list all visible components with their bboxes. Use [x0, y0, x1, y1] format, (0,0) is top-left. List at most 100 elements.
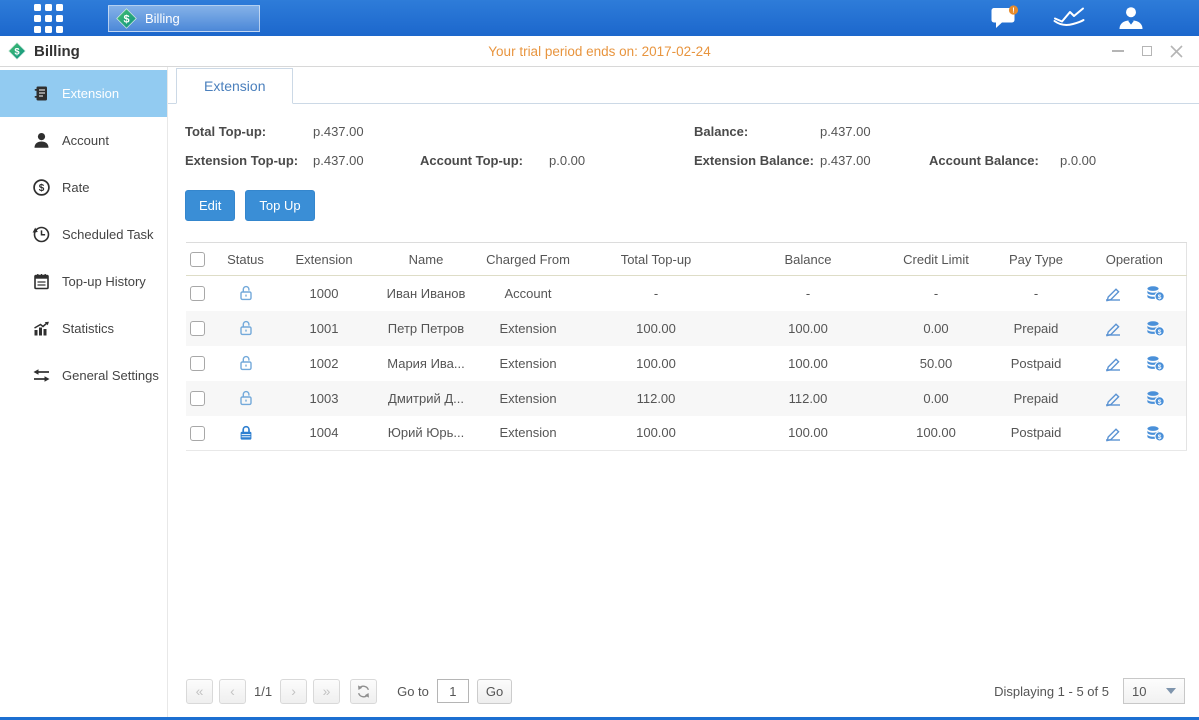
main-content: Extension Total Top-up: p.437.00 Balance…	[168, 67, 1199, 717]
row-checkbox[interactable]	[190, 286, 205, 301]
minimize-button[interactable]	[1111, 44, 1125, 58]
sidebar-item-general-settings[interactable]: General Settings	[0, 352, 167, 399]
go-button[interactable]: Go	[477, 679, 512, 704]
cell-credit-limit: 100.00	[883, 416, 989, 451]
refresh-button[interactable]	[350, 679, 377, 704]
topup-row-icon[interactable]: $	[1145, 319, 1165, 337]
sidebar-item-statistics[interactable]: Statistics	[0, 305, 167, 352]
prev-page-button[interactable]: ‹	[219, 679, 246, 704]
cell-pay-type: -	[989, 276, 1083, 311]
notepad-icon	[32, 272, 51, 291]
sidebar-item-account[interactable]: Account	[0, 117, 167, 164]
svg-text:$: $	[1158, 364, 1162, 371]
column-header-status: Status	[218, 243, 273, 276]
billing-window-icon: $	[8, 42, 26, 60]
transfer-arrows-icon	[32, 366, 51, 385]
cell-charged-from: Extension	[477, 346, 579, 381]
first-page-button[interactable]: «	[186, 679, 213, 704]
trial-notice: Your trial period ends on: 2017-02-24	[488, 44, 710, 59]
cell-pay-type: Postpaid	[989, 416, 1083, 451]
extension-topup-label: Extension Top-up:	[185, 153, 313, 168]
total-topup-value: p.437.00	[313, 124, 420, 139]
app-launcher-icon[interactable]	[34, 4, 63, 33]
pagination-bar: « ‹ 1/1 › » Go to Go Displaying	[168, 678, 1199, 717]
edit-button[interactable]: Edit	[185, 190, 235, 221]
cell-extension: 1002	[273, 346, 375, 381]
top-up-button[interactable]: Top Up	[245, 190, 314, 221]
refresh-icon	[356, 684, 371, 699]
row-checkbox[interactable]	[190, 426, 205, 441]
pagination-right: Displaying 1 - 5 of 5 10	[994, 678, 1185, 704]
statistics-monitor-button[interactable]	[1052, 5, 1086, 31]
window-controls	[1111, 44, 1183, 58]
account-topup-value: p.0.00	[549, 153, 694, 168]
table-row: 1003 Дмитрий Д... Extension 112.00 112.0…	[186, 381, 1186, 416]
row-checkbox[interactable]	[190, 321, 205, 336]
sidebar-item-rate[interactable]: $ Rate	[0, 164, 167, 211]
next-page-button[interactable]: ›	[280, 679, 307, 704]
edit-row-icon[interactable]	[1103, 319, 1123, 337]
cell-credit-limit: -	[883, 276, 989, 311]
chevron-down-icon	[1166, 688, 1176, 694]
edit-row-icon[interactable]	[1103, 284, 1123, 302]
user-account-button[interactable]	[1118, 6, 1144, 30]
maximize-button[interactable]	[1140, 44, 1154, 58]
page-size-select[interactable]: 10	[1123, 678, 1185, 704]
toolbar: Edit Top Up	[185, 190, 1199, 221]
svg-text:$: $	[1158, 399, 1162, 406]
topup-row-icon[interactable]: $	[1145, 284, 1165, 302]
line-chart-icon	[1052, 5, 1086, 31]
column-header-credit-limit: Credit Limit	[883, 243, 989, 276]
tab-label: Extension	[204, 78, 265, 94]
row-checkbox[interactable]	[190, 391, 205, 406]
cell-charged-from: Extension	[477, 381, 579, 416]
close-button[interactable]	[1169, 44, 1183, 58]
balance-summary: Total Top-up: p.437.00 Balance: p.437.00…	[185, 124, 1199, 168]
sidebar-item-extension[interactable]: Extension	[0, 70, 167, 117]
displaying-info: Displaying 1 - 5 of 5	[994, 684, 1109, 699]
clock-history-icon	[32, 225, 51, 244]
table-row: 1000 Иван Иванов Account - - - - $	[186, 276, 1186, 311]
topup-row-icon[interactable]: $	[1145, 389, 1165, 407]
window-titlebar: $ Billing Your trial period ends on: 201…	[0, 36, 1199, 67]
sidebar-item-scheduled-task[interactable]: Scheduled Task	[0, 211, 167, 258]
last-page-button[interactable]: »	[313, 679, 340, 704]
cell-total-topup: 100.00	[579, 346, 733, 381]
taskbar-tab-billing[interactable]: $ Billing	[108, 5, 260, 32]
unlocked-icon	[237, 284, 255, 302]
column-header-total-topup: Total Top-up	[579, 243, 733, 276]
sidebar-item-label: Account	[62, 133, 109, 148]
account-topup-label: Account Top-up:	[420, 153, 549, 168]
topup-row-icon[interactable]: $	[1145, 354, 1165, 372]
person-icon	[32, 131, 51, 150]
table-row: 1001 Петр Петров Extension 100.00 100.00…	[186, 311, 1186, 346]
extension-balance-label: Extension Balance:	[694, 153, 820, 168]
cell-credit-limit: 0.00	[883, 311, 989, 346]
topup-row-icon[interactable]: $	[1145, 424, 1165, 442]
column-header-balance: Balance	[733, 243, 883, 276]
cell-extension: 1000	[273, 276, 375, 311]
tab-extension[interactable]: Extension	[176, 68, 293, 104]
balance-value: p.437.00	[820, 124, 929, 139]
locked-icon	[237, 424, 255, 442]
notifications-button[interactable]: !	[990, 5, 1020, 31]
edit-row-icon[interactable]	[1103, 354, 1123, 372]
column-header-charged-from: Charged From	[477, 243, 579, 276]
svg-text:$: $	[1158, 294, 1162, 301]
sidebar-item-topup-history[interactable]: Top-up History	[0, 258, 167, 305]
goto-page-input[interactable]	[437, 679, 469, 703]
page-size-value: 10	[1132, 684, 1146, 699]
cell-name: Юрий Юрь...	[375, 416, 477, 451]
sidebar-item-label: Scheduled Task	[62, 227, 154, 242]
sidebar-item-label: General Settings	[62, 368, 159, 383]
edit-row-icon[interactable]	[1103, 424, 1123, 442]
close-icon	[1170, 45, 1183, 58]
row-checkbox[interactable]	[190, 356, 205, 371]
account-balance-label: Account Balance:	[929, 153, 1060, 168]
cell-balance: 100.00	[733, 311, 883, 346]
account-balance-value: p.0.00	[1060, 153, 1199, 168]
window-title-group: $ Billing	[8, 42, 80, 60]
select-all-checkbox[interactable]	[190, 252, 205, 267]
edit-row-icon[interactable]	[1103, 389, 1123, 407]
table-row: 1002 Мария Ива... Extension 100.00 100.0…	[186, 346, 1186, 381]
